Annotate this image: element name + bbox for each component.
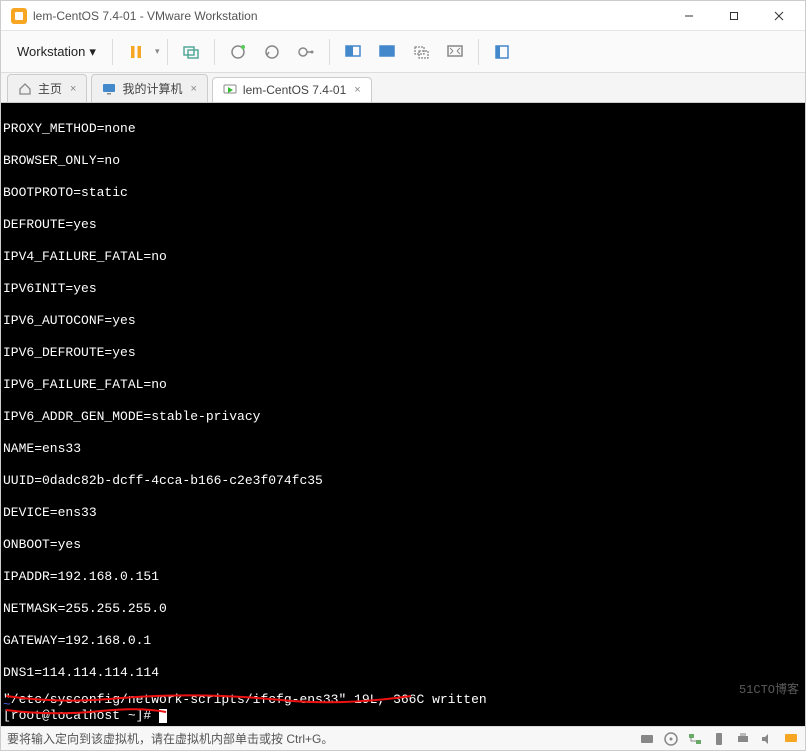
terminal-line: BOOTPROTO=static [3,185,803,201]
terminal-line: DNS1=114.114.114.114 [3,665,803,681]
cursor [159,709,167,723]
tab-my-computer[interactable]: 我的计算机 × [91,74,207,102]
library-button[interactable] [487,37,517,67]
tab-home[interactable]: 主页 × [7,74,87,102]
workstation-menu-label: Workstation [17,44,85,59]
network-icon[interactable] [687,731,703,747]
home-icon [18,82,32,96]
status-message: 要将输入定向到该虚拟机，请在虚拟机内部单击或按 Ctrl+G。 [7,730,333,747]
tab-label: 主页 [38,80,62,97]
tab-label: lem-CentOS 7.4-01 [243,83,346,97]
workstation-menu[interactable]: Workstation ▾ [9,40,104,64]
vm-console-terminal[interactable]: PROXY_METHOD=none BROWSER_ONLY=no BOOTPR… [1,103,805,726]
toolbar-separator [329,39,330,65]
terminal-line: NETMASK=255.255.255.0 [3,601,803,617]
window-title: lem-CentOS 7.4-01 - VMware Workstation [33,9,258,23]
chevron-down-icon[interactable]: ▾ [155,46,160,57]
close-icon[interactable]: × [70,83,76,95]
watermark-text: 51CTO博客 [739,682,799,698]
vim-status-line: "/etc/sysconfig/network-scripts/ifcfg-en… [3,692,487,708]
tab-vm-centos[interactable]: lem-CentOS 7.4-01 × [212,77,372,102]
fullscreen-button[interactable] [440,37,470,67]
terminal-line: DEFROUTE=yes [3,217,803,233]
pause-button[interactable] [121,37,151,67]
vm-running-icon [223,83,237,97]
usb-icon[interactable] [711,731,727,747]
terminal-line: IPADDR=192.168.0.151 [3,569,803,585]
chevron-down-icon: ▾ [89,44,96,60]
shell-prompt-line: [root@localhost ~]# [3,708,167,724]
disk-icon[interactable] [639,731,655,747]
sound-icon[interactable] [759,731,775,747]
terminal-line: BROWSER_ONLY=no [3,153,803,169]
view-thumbnail-button[interactable] [372,37,402,67]
terminal-line: IPV4_FAILURE_FATAL=no [3,249,803,265]
minimize-button[interactable] [666,1,711,31]
snapshot-manager-button[interactable] [257,37,287,67]
printer-icon[interactable] [735,731,751,747]
monitor-icon [102,82,116,96]
terminal-line: IPV6_DEFROUTE=yes [3,345,803,361]
terminal-line: IPV6_FAILURE_FATAL=no [3,377,803,393]
main-toolbar: Workstation ▾ ▾ [1,31,805,73]
terminal-line: UUID=0dadc82b-dcff-4cca-b166-c2e3f074fc3… [3,473,803,489]
close-icon[interactable]: × [190,83,196,95]
tab-row: 主页 × 我的计算机 × lem-CentOS 7.4-01 × [1,73,805,103]
maximize-button[interactable] [711,1,756,31]
send-ctrl-alt-del-button[interactable] [176,37,206,67]
close-button[interactable] [756,1,801,31]
toolbar-separator [478,39,479,65]
snapshot-button[interactable] [223,37,253,67]
app-icon [11,8,27,24]
terminal-line: ONBOOT=yes [3,537,803,553]
shell-prompt: [root@localhost ~]# [3,708,151,723]
view-console-button[interactable] [338,37,368,67]
terminal-line: PROXY_METHOD=none [3,121,803,137]
cd-icon[interactable] [663,731,679,747]
tab-label: 我的计算机 [122,80,182,97]
terminal-line: IPV6_ADDR_GEN_MODE=stable-privacy [3,409,803,425]
status-bar: 要将输入定向到该虚拟机，请在虚拟机内部单击或按 Ctrl+G。 [1,726,805,750]
terminal-line: NAME=ens33 [3,441,803,457]
terminal-line: IPV6INIT=yes [3,281,803,297]
unity-button[interactable] [406,37,436,67]
toolbar-separator [167,39,168,65]
close-icon[interactable]: × [354,84,360,96]
revert-snapshot-button[interactable] [291,37,321,67]
window-titlebar: lem-CentOS 7.4-01 - VMware Workstation [1,1,805,31]
terminal-line: DEVICE=ens33 [3,505,803,521]
toolbar-separator [112,39,113,65]
message-icon[interactable] [783,731,799,747]
terminal-line: IPV6_AUTOCONF=yes [3,313,803,329]
terminal-line: GATEWAY=192.168.0.1 [3,633,803,649]
toolbar-separator [214,39,215,65]
